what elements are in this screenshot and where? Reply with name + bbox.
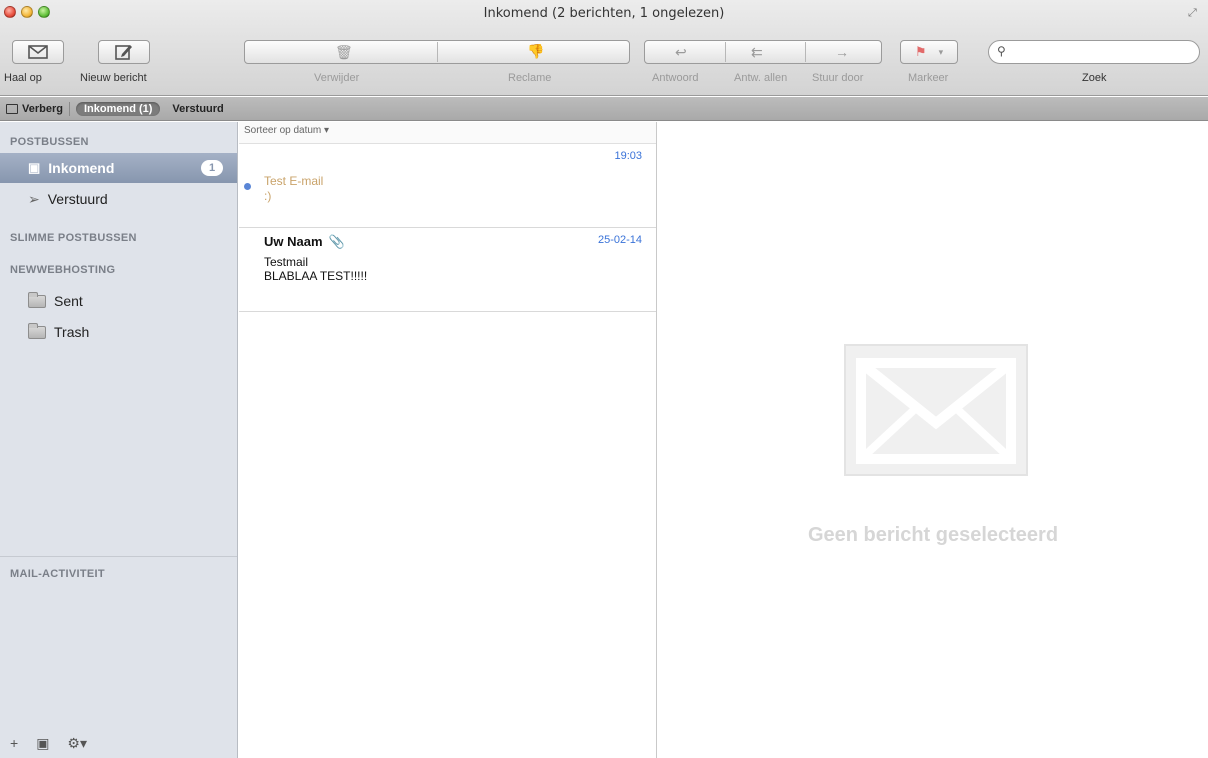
delete-label: Verwijder (314, 72, 360, 84)
sidebar-item-inbox[interactable]: ▣ Inkomend 1 (0, 153, 237, 183)
sidebar-item-label: Trash (54, 324, 90, 340)
sidebar-item-label: Inkomend (48, 160, 115, 176)
reply-segment: ↩ ⇇ → (644, 40, 882, 64)
sort-menu[interactable]: Sorteer op datum ▾ (239, 122, 656, 144)
envelope-placeholder-icon (844, 344, 1028, 476)
trash-icon[interactable]: 🗑 (335, 44, 353, 61)
sidebar-item-label: Sent (54, 293, 83, 309)
reply-all-icon[interactable]: ⇇ (751, 44, 763, 61)
account-header: NEWWEBHOSTING (10, 264, 116, 276)
message-row[interactable]: 19:03 Test E-mail :) (239, 144, 656, 228)
search-icon: ⚲ (997, 44, 1006, 58)
reading-pane: Geen bericht geselecteerd (658, 122, 1208, 758)
forward-label: Stuur door (812, 72, 864, 84)
flag-button[interactable]: ⚑ ▾ (900, 40, 958, 64)
sidebar-divider (0, 556, 237, 557)
sidebar-toggle-icon[interactable]: ▣ (36, 735, 49, 752)
chevron-down-icon: ▾ (938, 46, 944, 57)
add-icon[interactable]: + (10, 735, 18, 752)
delete-junk-segment: 🗑 👎 (244, 40, 630, 64)
thumbs-down-icon[interactable]: 👎 (527, 43, 544, 60)
inbox-tray-icon: ▣ (28, 160, 41, 175)
reply-icon[interactable]: ↩ (675, 44, 687, 61)
window-toolbar: Inkomend (2 berichten, 1 ongelezen) ⤢ Ha… (0, 0, 1208, 96)
message-time: 19:03 (614, 150, 642, 162)
message-sender: Uw Naam 📎 (264, 234, 345, 250)
paper-plane-icon: ➢ (28, 190, 40, 207)
new-message-button[interactable] (98, 40, 150, 64)
sidebar-item-sent-folder[interactable]: Sent (0, 286, 237, 316)
message-preview: BLABLAA TEST!!!!! (264, 269, 368, 283)
reply-all-label: Antw. allen (734, 72, 788, 84)
favorite-sent-label: Verstuurd (172, 102, 224, 115)
folder-icon (28, 291, 46, 308)
search-input[interactable]: ⚲ (988, 40, 1200, 64)
gear-icon[interactable]: ⚙▾ (67, 735, 87, 752)
sidebar-toggle-icon (6, 103, 18, 114)
compose-icon (115, 45, 132, 60)
message-row[interactable]: Uw Naam 📎 25-02-14 Testmail BLABLAA TEST!… (239, 228, 656, 312)
folder-icon (28, 322, 46, 339)
sidebar-item-sent[interactable]: ➢ Verstuurd (0, 184, 237, 214)
fullscreen-icon[interactable]: ⤢ (1188, 7, 1200, 19)
paperclip-icon: 📎 (328, 234, 345, 249)
junk-label: Reclame (508, 72, 552, 84)
get-mail-button[interactable] (12, 40, 64, 64)
sender-name: Uw Naam (264, 234, 323, 249)
mail-activity-header: MAIL-ACTIVITEIT (10, 568, 105, 580)
sidebar-bottom-bar: + ▣ ⚙▾ (10, 735, 87, 752)
unread-dot-icon (244, 183, 251, 190)
favorite-sent[interactable]: Verstuurd (166, 103, 229, 115)
forward-icon[interactable]: → (835, 44, 849, 60)
new-message-label: Nieuw bericht (80, 72, 147, 84)
unread-count-badge: 1 (201, 160, 223, 176)
no-message-selected-text: Geen bericht geselecteerd (807, 524, 1059, 546)
sidebar-item-label: Verstuurd (47, 191, 108, 207)
message-time: 25-02-14 (597, 234, 642, 246)
smart-mailboxes-header: SLIMME POSTBUSSEN (10, 232, 137, 244)
flag-icon: ⚑ (914, 44, 927, 59)
hide-label: Verberg (22, 102, 63, 115)
sidebar-item-trash-folder[interactable]: Trash (0, 317, 237, 347)
message-list: Sorteer op datum ▾ 19:03 Test E-mail :) … (239, 122, 657, 758)
message-preview: :) (264, 189, 272, 203)
reply-label: Antwoord (652, 72, 699, 84)
get-mail-label: Haal op (4, 72, 42, 84)
hide-sidebar-button[interactable]: Verberg (0, 103, 69, 115)
envelope-icon (28, 45, 48, 59)
sidebar: POSTBUSSEN ▣ Inkomend 1 ➢ Verstuurd SLIM… (0, 122, 238, 758)
message-subject: Testmail (264, 255, 309, 269)
flag-label: Markeer (908, 72, 949, 84)
favorite-inbox[interactable]: Inkomend (1) (70, 101, 166, 116)
mailboxes-header: POSTBUSSEN (10, 136, 89, 148)
search-label: Zoek (1082, 72, 1107, 84)
window-title: Inkomend (2 berichten, 1 ongelezen) (483, 6, 725, 21)
favorite-inbox-label: Inkomend (1) (75, 101, 161, 116)
message-subject: Test E-mail (264, 174, 324, 188)
favorites-bar: Verberg Inkomend (1) Verstuurd (0, 97, 1208, 121)
